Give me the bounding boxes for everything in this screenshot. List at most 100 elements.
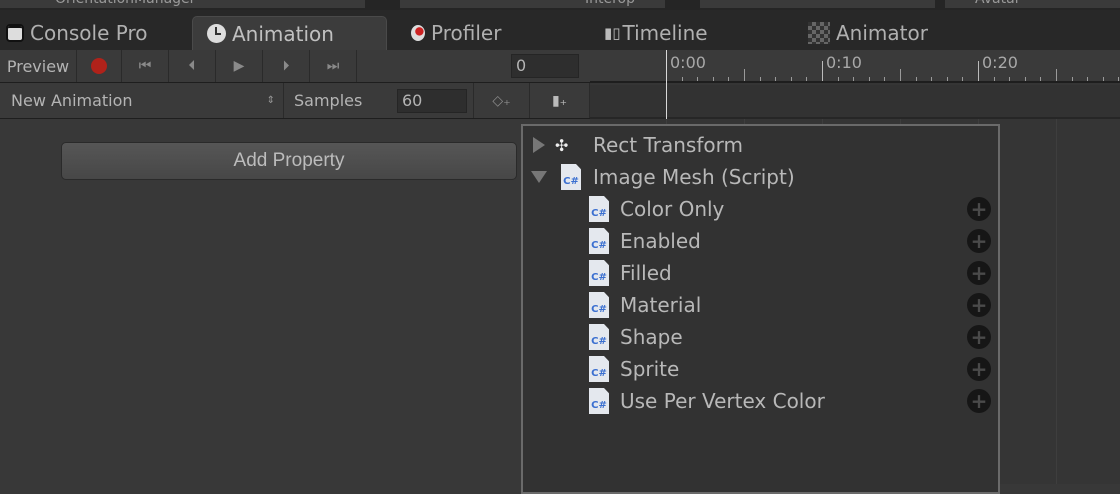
csharp-script-icon: C#	[589, 356, 609, 382]
ruler-tick	[1087, 77, 1089, 81]
clip-name: New Animation	[11, 91, 133, 110]
tab-label: Animation	[232, 21, 334, 46]
tab-label: Console Pro	[30, 21, 148, 45]
ruler-tick	[1071, 77, 1073, 81]
preview-label: Preview	[6, 56, 70, 76]
csharp-script-icon: C#	[589, 196, 609, 222]
property-item[interactable]: C# Enabled +	[523, 225, 998, 257]
add-property-plus-icon[interactable]: +	[967, 261, 991, 285]
property-label: Use Per Vertex Color	[620, 389, 825, 413]
ruler-tick	[915, 77, 917, 81]
tab-animator[interactable]: Animator	[802, 16, 928, 50]
property-label: Shape	[620, 325, 683, 349]
step-forward-icon: ⏵	[282, 58, 290, 74]
ruler-tick	[775, 77, 777, 81]
add-property-popup: ✣ Rect Transform C# Image Mesh (Script) …	[521, 124, 1000, 494]
add-property-plus-icon[interactable]: +	[967, 357, 991, 381]
skip-start-icon: ⏮	[138, 58, 152, 74]
ruler-tick	[978, 61, 979, 81]
clock-icon	[207, 24, 226, 43]
ruler-tick	[744, 69, 745, 81]
ruler-label: 0:00	[670, 53, 706, 72]
tab-bar: Console Pro Animation Profiler ▮▯ Timeli…	[0, 10, 1120, 50]
samples-label: Samples	[294, 91, 363, 110]
property-item[interactable]: C# Material +	[523, 289, 998, 321]
ruler-tick	[728, 77, 730, 81]
add-property-button[interactable]: Add Property	[61, 142, 517, 180]
ruler-tick	[962, 77, 964, 81]
ruler-tick	[931, 77, 933, 81]
animator-icon	[808, 22, 830, 44]
slider-field[interactable]	[700, 0, 935, 8]
record-icon	[91, 58, 107, 74]
profiler-icon	[411, 25, 425, 41]
timeline-icon: ▮▯	[604, 24, 621, 42]
skip-end-icon: ⏭	[326, 58, 340, 74]
ruler-label: 0:20	[982, 53, 1018, 72]
event-lane[interactable]	[590, 85, 1120, 119]
ruler-tick	[1102, 77, 1104, 81]
add-property-plus-icon[interactable]: +	[967, 197, 991, 221]
ruler-tick	[712, 77, 714, 81]
console-icon	[6, 24, 24, 42]
add-property-plus-icon[interactable]: +	[967, 293, 991, 317]
dropdown-arrows-icon: ⇕	[266, 95, 275, 106]
group-image-mesh[interactable]: C# Image Mesh (Script)	[523, 161, 998, 193]
expand-arrow-icon	[533, 137, 545, 153]
property-label: Material	[620, 293, 702, 317]
avatar-field[interactable]: Avatar	[945, 0, 1120, 8]
play-icon: ▶	[233, 58, 245, 74]
ruler-tick	[1118, 77, 1120, 81]
ruler-tick	[868, 77, 870, 81]
ruler-tick	[697, 77, 699, 81]
ruler-tick	[1024, 77, 1026, 81]
frame-field[interactable]: 0	[511, 54, 579, 78]
group-label: Rect Transform	[593, 133, 743, 157]
property-item[interactable]: C# Shape +	[523, 321, 998, 353]
tab-profiler[interactable]: Profiler	[405, 16, 501, 50]
samples-field[interactable]: 60	[397, 89, 467, 113]
add-property-plus-icon[interactable]: +	[967, 325, 991, 349]
orientation-manager-field[interactable]: OrientationManager	[0, 0, 365, 8]
property-item[interactable]: C# Filled +	[523, 257, 998, 289]
ruler-tick	[900, 69, 901, 81]
add-keyframe-button[interactable]: ◇₊	[474, 83, 530, 118]
ruler-tick	[993, 77, 995, 81]
first-keyframe-button[interactable]: ⏮	[122, 50, 169, 82]
ruler-tick	[822, 61, 823, 81]
ruler-tick	[884, 77, 886, 81]
record-button[interactable]	[77, 50, 122, 82]
property-item[interactable]: C# Sprite +	[523, 353, 998, 385]
add-keyframe-icon: ◇₊	[492, 92, 511, 109]
grid-line	[1056, 119, 1057, 484]
tab-timeline[interactable]: ▮▯ Timeline	[598, 16, 708, 50]
csharp-script-icon: C#	[589, 260, 609, 286]
csharp-script-icon: C#	[589, 292, 609, 318]
group-rect-transform[interactable]: ✣ Rect Transform	[523, 129, 998, 161]
add-property-plus-icon[interactable]: +	[967, 229, 991, 253]
step-back-icon: ⏴	[188, 58, 196, 74]
property-label: Sprite	[620, 357, 680, 381]
top-inspector-strip: OrientationManager Interop Avatar	[0, 0, 1120, 10]
property-label: Filled	[620, 261, 672, 285]
interop-field[interactable]: Interop	[400, 0, 665, 8]
playback-toolbar: Preview ⏮ ⏴ ▶ ⏵ ⏭ 0	[0, 50, 590, 83]
last-keyframe-button[interactable]: ⏭	[310, 50, 357, 82]
previous-keyframe-button[interactable]: ⏴	[169, 50, 216, 82]
collapse-arrow-icon	[531, 171, 547, 183]
tab-console-pro[interactable]: Console Pro	[0, 16, 147, 50]
add-property-plus-icon[interactable]: +	[967, 389, 991, 413]
clip-selector[interactable]: New Animation ⇕	[0, 83, 284, 118]
property-item[interactable]: C# Color Only +	[523, 193, 998, 225]
time-ruler[interactable]: 0:00 0:10 0:20	[590, 50, 1120, 83]
tab-label: Animator	[836, 21, 928, 45]
next-keyframe-button[interactable]: ⏵	[263, 50, 310, 82]
preview-toggle[interactable]: Preview	[0, 50, 77, 82]
tab-animation[interactable]: Animation	[192, 16, 387, 50]
group-label: Image Mesh (Script)	[593, 165, 795, 189]
add-event-button[interactable]: ▮₊	[530, 83, 590, 118]
ruler-tick	[837, 77, 839, 81]
ruler-tick	[759, 77, 761, 81]
play-button[interactable]: ▶	[216, 50, 263, 82]
property-item[interactable]: C# Use Per Vertex Color +	[523, 385, 998, 417]
